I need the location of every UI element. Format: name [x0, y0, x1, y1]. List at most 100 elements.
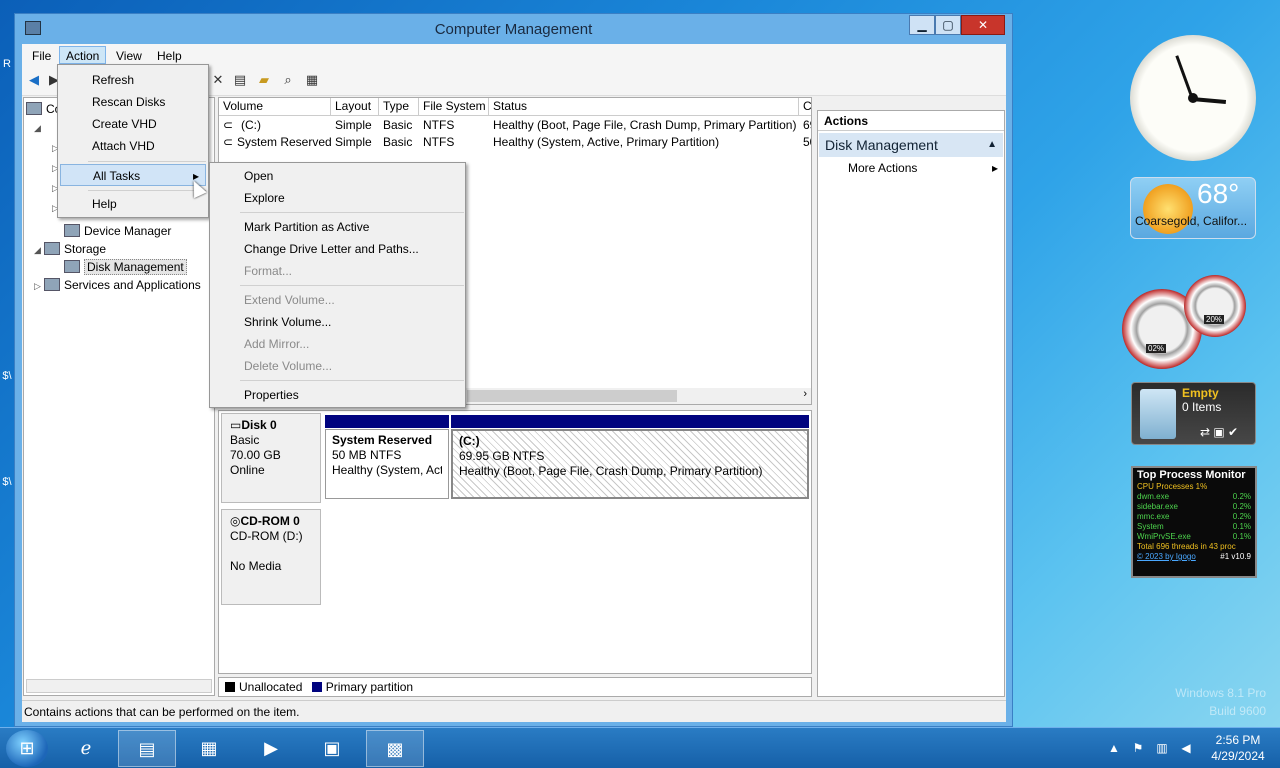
- clock-hub: [1188, 93, 1198, 103]
- store-icon[interactable]: ▦: [180, 730, 238, 767]
- cell-volume: (C:): [241, 118, 261, 132]
- cell-volume: System Reserved: [237, 135, 332, 149]
- open-folder-icon[interactable]: ▰: [256, 72, 272, 88]
- all-tasks-submenu: Open Explore Mark Partition as Active Ch…: [209, 162, 466, 408]
- file-explorer-icon[interactable]: ▤: [118, 730, 176, 767]
- back-arrow-icon[interactable]: ◀: [26, 72, 42, 88]
- tree-item-services[interactable]: ▷ Services and Applications: [34, 276, 201, 294]
- cell-layout: Simple: [335, 135, 372, 149]
- column-header-status[interactable]: Status: [489, 98, 799, 116]
- column-header-layout[interactable]: Layout: [331, 98, 379, 116]
- collapse-icon[interactable]: ▲: [987, 133, 997, 157]
- column-header-type[interactable]: Type: [379, 98, 419, 116]
- control-panel-icon[interactable]: ▣: [303, 730, 361, 767]
- maximize-button[interactable]: ▢: [935, 15, 961, 35]
- column-header-capacity[interactable]: C: [799, 98, 811, 116]
- menu-separator: [240, 380, 464, 381]
- partition-c[interactable]: (C:) 69.95 GB NTFS Healthy (Boot, Page F…: [451, 429, 809, 499]
- tpm-title: Top Process Monitor: [1137, 469, 1246, 481]
- close-button[interactable]: ✕: [961, 15, 1005, 35]
- cell-fs: NTFS: [423, 118, 455, 132]
- cpu-percent: 02%: [1146, 344, 1167, 353]
- tpm-footer-link[interactable]: © 2023 by Igogo: [1137, 552, 1196, 562]
- tree-item-device-manager[interactable]: Device Manager: [64, 222, 171, 240]
- tpm-total: Total 696 threads in 43 proc: [1137, 542, 1236, 551]
- column-header-file-system[interactable]: File System: [419, 98, 489, 116]
- partition-bar-c: [451, 415, 809, 428]
- disk-0-label[interactable]: ▭Disk 0 Basic 70.00 GB Online: [221, 413, 321, 503]
- minimize-button[interactable]: ▁: [909, 15, 935, 35]
- recycle-items: 0 Items: [1182, 400, 1222, 414]
- partition-bar-reserved: [325, 415, 449, 428]
- clock-gadget[interactable]: [1130, 35, 1256, 161]
- tree-horizontal-scrollbar[interactable]: [26, 679, 212, 693]
- partition-system-reserved[interactable]: System Reserved 50 MB NTFS Healthy (Syst…: [325, 429, 449, 499]
- desktop-icon-partial: $\: [2, 370, 12, 382]
- volume-muted-icon[interactable]: ◀: [1178, 740, 1194, 756]
- menu-item-attach-vhd[interactable]: Attach VHD: [60, 135, 206, 157]
- search-icon[interactable]: ⌕: [280, 72, 296, 88]
- menu-item-explore[interactable]: Explore: [212, 187, 463, 209]
- tree-expander[interactable]: ◢: [34, 118, 44, 136]
- cdrom-0-label[interactable]: ◎CD-ROM 0 CD-ROM (D:) No Media: [221, 509, 321, 605]
- title-bar[interactable]: Computer Management ▁ ▢ ✕: [15, 14, 1012, 44]
- cell-type: Basic: [383, 118, 413, 132]
- menu-item-help[interactable]: Help: [60, 193, 206, 215]
- storage-icon: [44, 242, 60, 255]
- computer-management-task-icon[interactable]: ▩: [366, 730, 424, 767]
- remote-app-icon[interactable]: ▶: [242, 730, 300, 767]
- cell-status: Healthy (Boot, Page File, Crash Dump, Pr…: [493, 118, 797, 132]
- delete-icon[interactable]: ✕: [210, 72, 226, 88]
- menu-separator: [240, 285, 464, 286]
- menu-view[interactable]: View: [110, 47, 148, 65]
- menu-item-refresh[interactable]: Refresh: [60, 69, 206, 91]
- drive-icon: ⊂: [223, 118, 234, 132]
- column-header-volume[interactable]: Volume: [219, 98, 331, 116]
- taskbar: ⊞ ℯ ▤ ▦ ▶ ▣ ▩ ▲ ⚑ ▥ ◀ 2:56 PM 4/29/2024: [0, 727, 1280, 768]
- menu-item-create-vhd[interactable]: Create VHD: [60, 113, 206, 135]
- settings-icon[interactable]: ▦: [304, 72, 320, 88]
- top-process-monitor-gadget[interactable]: Top Process Monitor CPU Processes 1% dwm…: [1131, 466, 1257, 578]
- desktop-icon-partial: $\: [2, 476, 12, 488]
- cell-layout: Simple: [335, 118, 372, 132]
- tree-item-disk-management[interactable]: Disk Management: [64, 258, 187, 276]
- network-icon[interactable]: ▥: [1154, 740, 1170, 756]
- weather-gadget[interactable]: 68° Coarsegold, Califor...: [1130, 177, 1256, 239]
- menu-item-mark-active[interactable]: Mark Partition as Active: [212, 216, 463, 238]
- more-actions-link[interactable]: More Actions ▸: [848, 159, 998, 177]
- actions-title: Actions: [818, 111, 1004, 131]
- scroll-right-icon[interactable]: ›: [803, 388, 807, 400]
- menu-item-rescan-disks[interactable]: Rescan Disks: [60, 91, 206, 113]
- show-hidden-icons-icon[interactable]: ▲: [1106, 740, 1122, 756]
- menu-item-change-drive-letter[interactable]: Change Drive Letter and Paths...: [212, 238, 463, 260]
- memory-percent: 20%: [1204, 315, 1225, 324]
- desktop-icon-partial: R: [3, 58, 11, 70]
- system-clock[interactable]: 2:56 PM 4/29/2024: [1200, 732, 1276, 764]
- tree-item-storage[interactable]: ◢ Storage: [34, 240, 106, 258]
- scrollbar-thumb[interactable]: [467, 390, 677, 402]
- properties-icon[interactable]: ▤: [232, 72, 248, 88]
- menu-item-shrink-volume[interactable]: Shrink Volume...: [212, 311, 463, 333]
- menu-separator: [88, 161, 206, 162]
- actions-section-disk-management[interactable]: Disk Management ▲: [819, 133, 1003, 157]
- menu-item-properties[interactable]: Properties: [212, 384, 463, 406]
- legend-unallocated: Unallocated: [239, 680, 303, 694]
- device-manager-icon: [64, 224, 80, 237]
- menu-action[interactable]: Action: [59, 46, 107, 64]
- action-center-flag-icon[interactable]: ⚑: [1130, 740, 1146, 756]
- cdrom-icon: ◎: [230, 514, 241, 528]
- recycle-actions-icon[interactable]: ⇄ ▣ ✔: [1200, 425, 1238, 439]
- internet-explorer-icon[interactable]: ℯ: [57, 730, 115, 767]
- recycle-title: Empty: [1182, 386, 1219, 400]
- recycle-bin-gadget[interactable]: Empty 0 Items ⇄ ▣ ✔: [1131, 382, 1256, 445]
- menu-item-all-tasks[interactable]: All Tasks ▸: [60, 164, 206, 186]
- menu-file[interactable]: File: [26, 47, 57, 65]
- menu-separator: [240, 212, 464, 213]
- weather-city: Coarsegold, Califor...: [1135, 214, 1248, 228]
- menu-item-open[interactable]: Open: [212, 165, 463, 187]
- start-button[interactable]: ⊞: [6, 730, 48, 767]
- cpu-meter-gadget[interactable]: 02% 20%: [1122, 275, 1252, 370]
- menu-item-format: Format...: [244, 264, 293, 278]
- disk-management-icon: [64, 260, 80, 273]
- menu-help[interactable]: Help: [151, 47, 188, 65]
